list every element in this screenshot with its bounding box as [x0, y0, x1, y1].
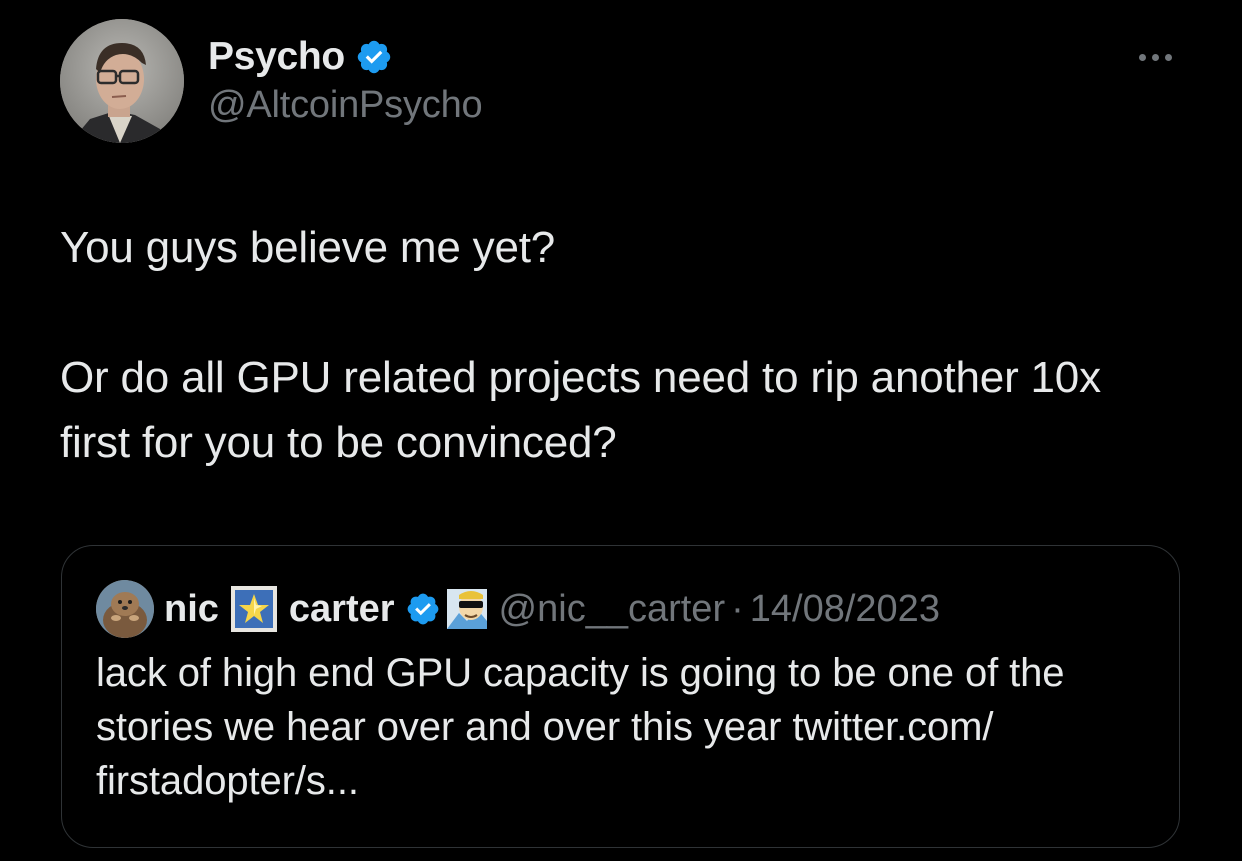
- author-avatar[interactable]: [60, 19, 184, 143]
- quoted-tweet-header: nic carter @nic__carter · 14/08/2023: [96, 580, 940, 638]
- quoted-tweet-card[interactable]: nic carter @nic__carter · 14/08/2023 lac…: [61, 545, 1180, 848]
- sunglasses-nft-badge-icon[interactable]: [445, 587, 489, 631]
- verified-badge-icon[interactable]: [405, 591, 441, 627]
- quoted-author-handle[interactable]: @nic__carter: [499, 588, 726, 631]
- tweet-paragraph: You guys believe me yet?: [60, 223, 556, 272]
- tweet-paragraph: Or do all GPU related projects need to r…: [60, 353, 1101, 467]
- quoted-tweet-text: lack of high end GPU capacity is going t…: [96, 651, 1065, 803]
- quoted-author-name-last[interactable]: carter: [289, 588, 395, 631]
- author-handle[interactable]: @AltcoinPsycho: [208, 84, 483, 127]
- quoted-tweet-date[interactable]: 14/08/2023: [750, 588, 940, 631]
- verified-badge-icon[interactable]: [355, 38, 393, 76]
- quoted-author-name-first[interactable]: nic: [164, 588, 219, 631]
- framed-star-icon: [229, 584, 279, 634]
- tweet-text: You guys believe me yet? Or do all GPU r…: [60, 215, 1180, 475]
- quoted-author-avatar[interactable]: [96, 580, 154, 638]
- author-name-row: Psycho: [208, 34, 393, 80]
- tweet: Psycho @AltcoinPsycho You guys believe m…: [0, 0, 1242, 861]
- more-horizontal-icon: [1138, 53, 1146, 61]
- separator: ·: [731, 587, 744, 630]
- author-name[interactable]: Psycho: [208, 35, 345, 79]
- more-options-button[interactable]: [1130, 42, 1180, 72]
